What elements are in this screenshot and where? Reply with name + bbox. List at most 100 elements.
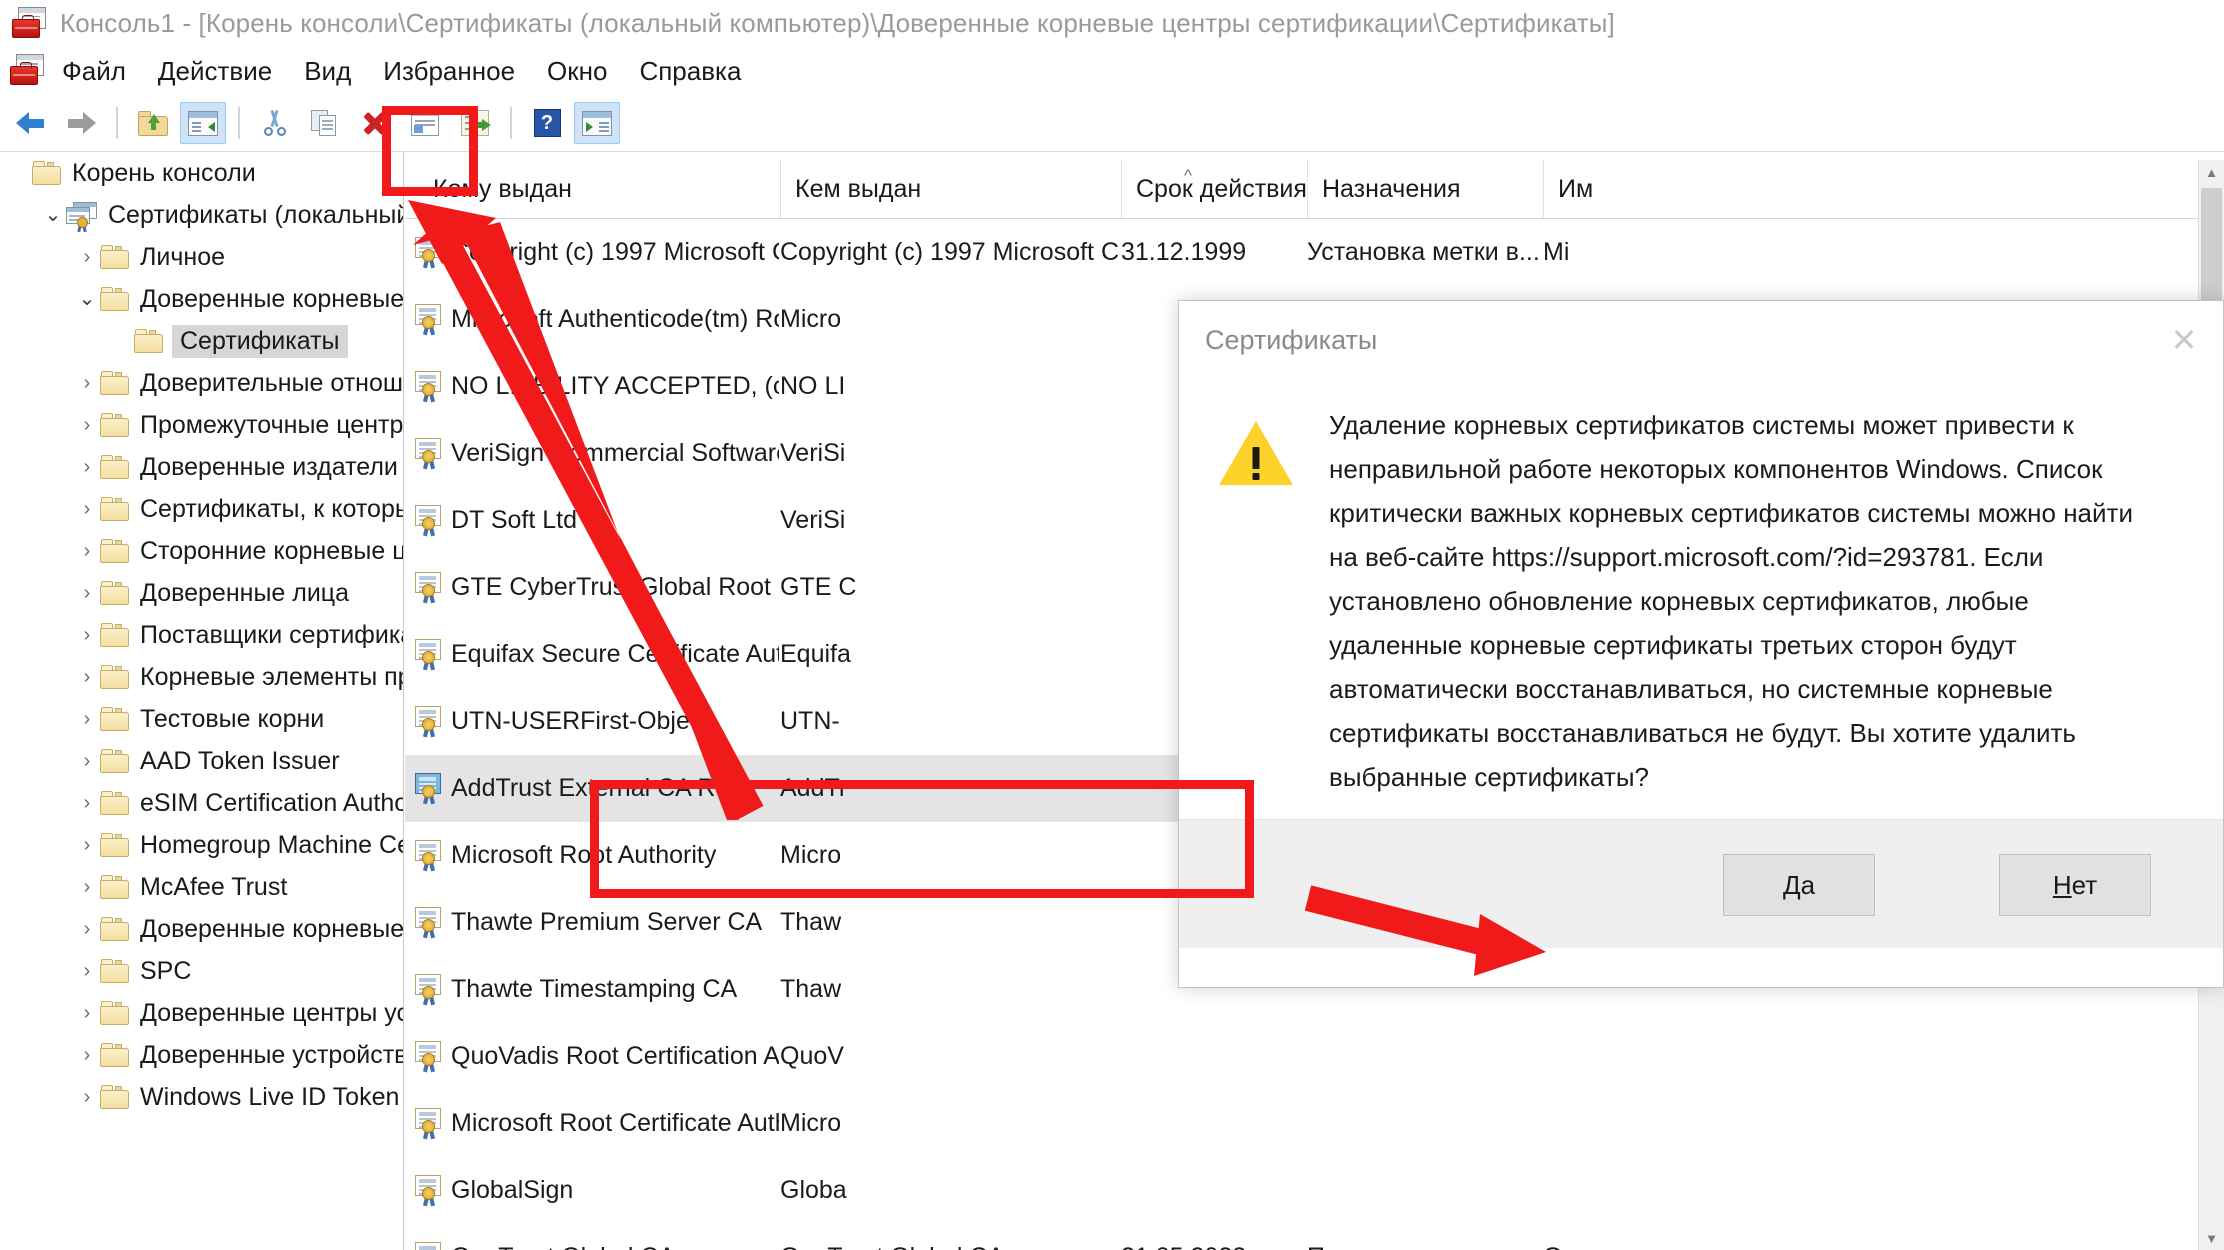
- cell-issued-by: Thaw: [780, 975, 842, 1003]
- export-list-button[interactable]: [452, 102, 498, 144]
- table-row[interactable]: Copyright (c) 1997 Microsoft Corp.Copyri…: [405, 219, 2224, 286]
- tree-item-6[interactable]: › Промежуточные центры серти: [0, 404, 403, 446]
- menu-action[interactable]: Действие: [142, 54, 288, 89]
- chevron-right-icon[interactable]: ›: [74, 415, 100, 435]
- chevron-down-icon[interactable]: ⌄: [40, 205, 66, 225]
- tree-item-9[interactable]: › Сторонние корневые центры: [0, 530, 403, 572]
- dialog-title: Сертификаты: [1205, 324, 1378, 355]
- certificate-icon: [413, 1108, 445, 1140]
- window-title: Консоль1 - [Корень консоли\Сертификаты (…: [60, 8, 1615, 38]
- show-action-pane-button[interactable]: [574, 102, 620, 144]
- chevron-right-icon[interactable]: ›: [74, 499, 100, 519]
- tree-item-18[interactable]: › Доверенные корневые сертиф: [0, 908, 403, 950]
- tree-item-12[interactable]: › Корневые элементы предварит: [0, 656, 403, 698]
- warning-triangle-icon: [1219, 421, 1293, 487]
- table-row[interactable]: GlobalSign Globa: [405, 1157, 2224, 1224]
- chevron-right-icon[interactable]: ›: [74, 583, 100, 603]
- chevron-right-icon[interactable]: ›: [74, 625, 100, 645]
- tree-item-11[interactable]: › Поставщики сертификатов про: [0, 614, 403, 656]
- chevron-right-icon[interactable]: ›: [74, 1087, 100, 1107]
- table-row[interactable]: Microsoft Root Certificate Autho...Micro: [405, 1090, 2224, 1157]
- back-button[interactable]: [8, 102, 54, 144]
- up-one-level-button[interactable]: [130, 102, 176, 144]
- console-tree-pane[interactable]: Корень консоли ⌄ Сертификаты (локальный ко…: [0, 152, 404, 1250]
- column-header-4[interactable]: Им: [1543, 160, 1623, 218]
- chevron-right-icon[interactable]: ›: [74, 877, 100, 897]
- tree-item-0[interactable]: Корень консоли: [0, 152, 403, 194]
- tree-item-15[interactable]: › eSIM Certification Authorities: [0, 782, 403, 824]
- folder-icon: [100, 287, 130, 311]
- cell-issued-by: AddTr: [780, 774, 848, 802]
- table-row[interactable]: GeoTrust Global CA GeoTrust Global CA 21.0…: [405, 1224, 2224, 1250]
- folder-icon: [100, 623, 130, 647]
- tree-item-8[interactable]: › Сертификаты, к которым нет до: [0, 488, 403, 530]
- tree-item-7[interactable]: › Доверенные издатели: [0, 446, 403, 488]
- certificate-icon: [413, 371, 445, 403]
- chevron-right-icon[interactable]: ›: [74, 457, 100, 477]
- system-menu-icon[interactable]: [10, 54, 46, 88]
- chevron-right-icon[interactable]: ›: [74, 961, 100, 981]
- cell-issued-to: GTE CyberTrust Global Root: [451, 573, 772, 601]
- menu-file[interactable]: Файл: [46, 54, 142, 89]
- chevron-right-icon[interactable]: ›: [74, 541, 100, 561]
- chevron-right-icon[interactable]: ›: [74, 1045, 100, 1065]
- chevron-right-icon[interactable]: ›: [74, 751, 100, 771]
- menu-view[interactable]: Вид: [288, 54, 367, 89]
- column-header-1[interactable]: Кем выдан: [780, 160, 1120, 218]
- table-row[interactable]: QuoVadis Root Certification Aut...QuoV: [405, 1023, 2224, 1090]
- chevron-right-icon[interactable]: ›: [74, 247, 100, 267]
- tree-item-2[interactable]: › Личное: [0, 236, 403, 278]
- cell-issued-to: Microsoft Root Authority: [451, 841, 717, 869]
- tree-item-label: Корневые элементы предварит: [140, 662, 403, 691]
- menu-help[interactable]: Справка: [623, 54, 757, 89]
- tree-item-5[interactable]: › Доверительные отношения в г: [0, 362, 403, 404]
- folder-icon: [134, 329, 164, 353]
- delete-button[interactable]: [352, 102, 398, 144]
- chevron-down-icon[interactable]: ⌄: [74, 289, 100, 309]
- chevron-right-icon[interactable]: ›: [74, 373, 100, 393]
- cut-button[interactable]: [252, 102, 298, 144]
- show-hide-tree-button[interactable]: [180, 102, 226, 144]
- tree-item-label: Доверенные лица: [140, 578, 350, 607]
- dialog-close-button[interactable]: ✕: [2145, 301, 2223, 379]
- help-button[interactable]: ?: [524, 102, 570, 144]
- cell-expires: 21.05.2022: [1121, 1243, 1246, 1250]
- chevron-right-icon[interactable]: ›: [74, 709, 100, 729]
- tree-item-label: AAD Token Issuer: [140, 746, 340, 775]
- scroll-down-arrow-icon[interactable]: ▼: [2199, 1226, 2224, 1250]
- chevron-right-icon[interactable]: ›: [74, 1003, 100, 1023]
- tree-item-22[interactable]: › Windows Live ID Token Issuer: [0, 1076, 403, 1118]
- chevron-right-icon[interactable]: ›: [74, 919, 100, 939]
- tree-item-20[interactable]: › Доверенные центры установки: [0, 992, 403, 1034]
- tree-item-16[interactable]: › Homegroup Machine Certificate: [0, 824, 403, 866]
- cell-issued-by: Copyright (c) 1997 Microsoft Corp.: [780, 238, 1120, 266]
- chevron-right-icon[interactable]: ›: [74, 793, 100, 813]
- tree-item-10[interactable]: › Доверенные лица: [0, 572, 403, 614]
- menu-favorites[interactable]: Избранное: [367, 54, 531, 89]
- tree-item-3[interactable]: ⌄ Доверенные корневые центры: [0, 278, 403, 320]
- copy-button[interactable]: [302, 102, 348, 144]
- no-button[interactable]: Нет: [1999, 854, 2151, 916]
- chevron-right-icon[interactable]: ›: [74, 667, 100, 687]
- tree-item-label: Сертификаты, к которым нет до: [140, 494, 403, 523]
- folder-icon: [100, 1085, 130, 1109]
- yes-button[interactable]: Да: [1723, 854, 1875, 916]
- chevron-right-icon[interactable]: ›: [74, 835, 100, 855]
- certificate-icon: [413, 1242, 445, 1250]
- column-header-0[interactable]: Кому выдан: [419, 160, 779, 218]
- console-tree-icon: [188, 110, 218, 136]
- tree-item-21[interactable]: › Доверенные устройства: [0, 1034, 403, 1076]
- properties-button[interactable]: [402, 102, 448, 144]
- column-header-2[interactable]: Срок действия ^: [1121, 160, 1307, 218]
- tree-item-14[interactable]: › AAD Token Issuer: [0, 740, 403, 782]
- tree-item-19[interactable]: › SPC: [0, 950, 403, 992]
- tree-item-17[interactable]: › McAfee Trust: [0, 866, 403, 908]
- forward-button[interactable]: [58, 102, 104, 144]
- column-header-3[interactable]: Назначения: [1307, 160, 1542, 218]
- menu-window[interactable]: Окно: [531, 54, 623, 89]
- tree-item-1[interactable]: ⌄ Сертификаты (локальный компью: [0, 194, 403, 236]
- tree-item-4[interactable]: Сертификаты: [0, 320, 403, 362]
- confirm-delete-dialog[interactable]: Сертификаты ✕ Удаление корневых сертифик…: [1178, 300, 2224, 988]
- scroll-up-arrow-icon[interactable]: ▲: [2199, 160, 2224, 184]
- tree-item-13[interactable]: › Тестовые корни: [0, 698, 403, 740]
